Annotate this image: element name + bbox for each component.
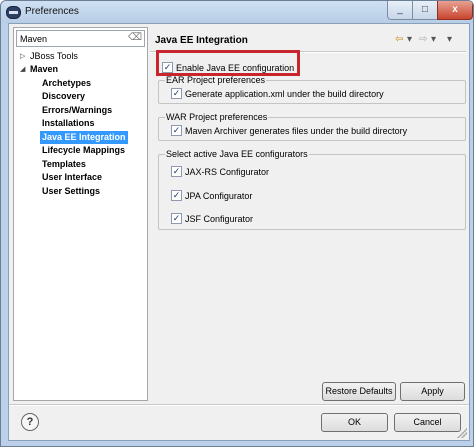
check-icon[interactable]: ✓ — [171, 125, 182, 136]
close-button[interactable]: x — [437, 1, 473, 20]
clear-filter-icon[interactable]: ⌫ — [128, 32, 142, 43]
view-menu-chevron-down-icon[interactable]: ▾ — [447, 34, 452, 46]
cancel-button[interactable]: Cancel — [394, 413, 461, 432]
resize-grip-icon[interactable] — [457, 428, 467, 438]
page-title: Java EE Integration — [155, 35, 248, 46]
ear-preferences-group: EAR Project preferences ✓ Generate appli… — [158, 74, 466, 104]
preference-page: Java EE Integration ⇦ ▾ ⇨ ▾ ▾ ✓ Enable J… — [150, 27, 466, 401]
collapse-arrow-icon[interactable]: ◢ — [20, 63, 28, 76]
war-preferences-group: WAR Project preferences ✓ Maven Archiver… — [158, 111, 466, 141]
configurators-group: Select active Java EE configurators ✓ JA… — [158, 148, 466, 230]
forward-arrow-icon[interactable]: ⇨ — [419, 34, 427, 46]
check-icon[interactable]: ✓ — [171, 213, 182, 224]
bottom-separator — [9, 404, 469, 406]
back-menu-chevron-down-icon[interactable]: ▾ — [407, 34, 412, 46]
war-group-title: WAR Project preferences — [165, 111, 269, 123]
title-bar[interactable]: Preferences _ □ x — [1, 1, 473, 23]
back-arrow-icon[interactable]: ⇦ — [395, 34, 403, 46]
minimize-button[interactable]: _ — [387, 1, 413, 20]
preference-tree: ⌫ ▷ JBoss Tools ◢ Maven Archetypes Disco… — [13, 27, 148, 401]
window-title: Preferences — [25, 6, 79, 17]
preferences-window: Preferences _ □ x ⌫ ▷ JBoss Tools ◢ Mave… — [0, 0, 474, 447]
help-icon[interactable]: ? — [21, 413, 39, 431]
configurators-group-title: Select active Java EE configurators — [165, 148, 309, 160]
check-icon[interactable]: ✓ — [171, 190, 182, 201]
restore-defaults-button[interactable]: Restore Defaults — [322, 382, 396, 401]
maximize-button[interactable]: □ — [412, 1, 438, 20]
highlight-annotation — [156, 50, 300, 76]
filter-field[interactable]: ⌫ — [16, 30, 145, 47]
dialog-body: ⌫ ▷ JBoss Tools ◢ Maven Archetypes Disco… — [8, 23, 470, 441]
ok-button[interactable]: OK — [321, 413, 388, 432]
filter-input[interactable] — [20, 33, 128, 45]
apply-button[interactable]: Apply — [400, 382, 465, 401]
forward-menu-chevron-down-icon[interactable]: ▾ — [431, 34, 436, 46]
check-icon[interactable]: ✓ — [171, 166, 182, 177]
expand-arrow-icon[interactable]: ▷ — [20, 50, 28, 63]
eclipse-icon — [6, 6, 21, 19]
check-icon[interactable]: ✓ — [171, 88, 182, 99]
